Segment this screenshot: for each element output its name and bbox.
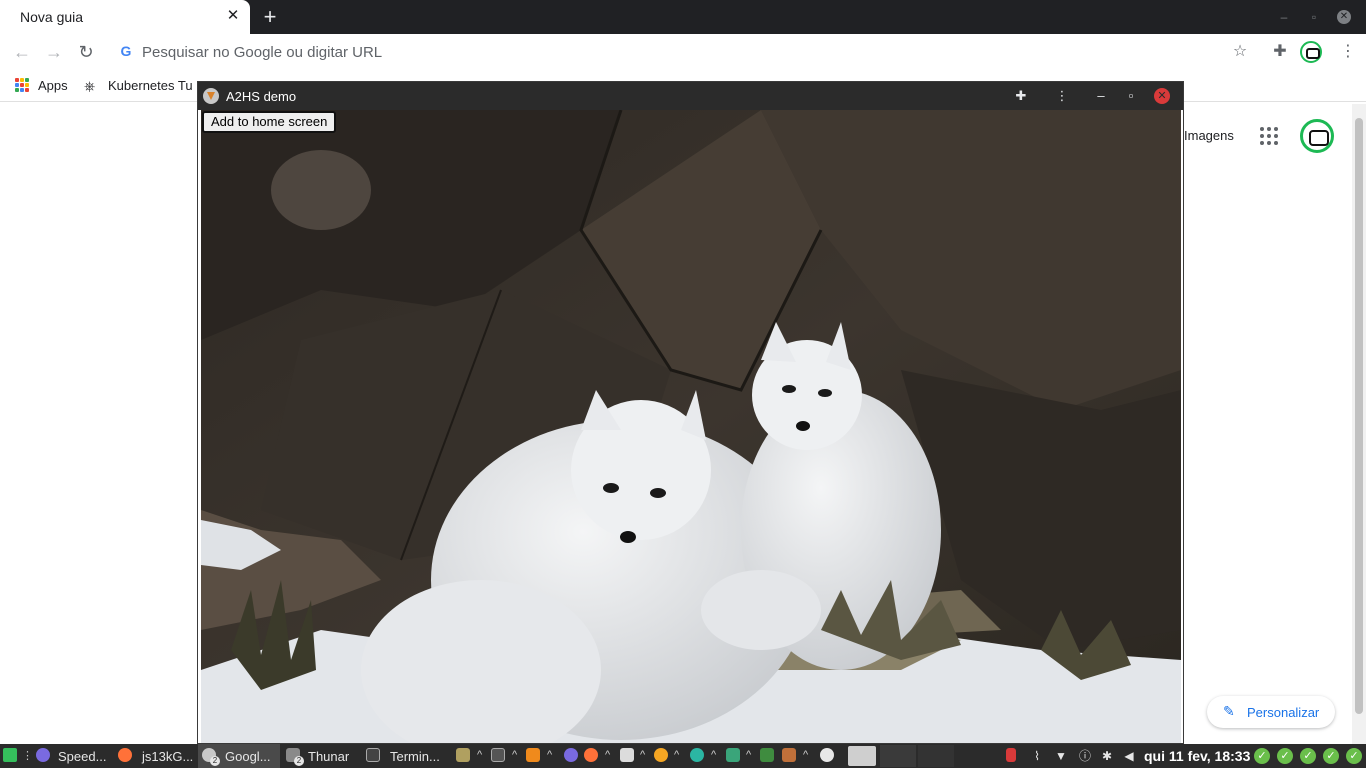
menu-icon[interactable] xyxy=(3,748,17,762)
chevron-up-icon[interactable]: ^ xyxy=(746,749,751,761)
taskbar-item-firefox[interactable]: js13kG... xyxy=(114,744,198,768)
taskbar-label: js13kG... xyxy=(142,749,194,764)
terminal-icon[interactable] xyxy=(491,748,505,762)
taskbar-item-speed[interactable]: Speed... xyxy=(32,744,110,768)
app-icon[interactable] xyxy=(726,748,740,762)
workspace-pager[interactable] xyxy=(918,745,954,767)
bluetooth-icon[interactable]: ✱ xyxy=(1100,749,1114,763)
window-count-badge: 2 xyxy=(294,756,304,766)
google-apps-icon[interactable] xyxy=(1260,127,1278,145)
eclipse-icon xyxy=(36,748,50,762)
images-link[interactable]: Imagens xyxy=(1184,128,1234,143)
blender-icon[interactable] xyxy=(654,748,668,762)
taskbar-item-thunar[interactable]: 2 Thunar xyxy=(282,744,356,768)
chevron-up-icon[interactable]: ^ xyxy=(640,749,645,761)
fox-app-icon xyxy=(203,88,219,104)
archive-icon[interactable] xyxy=(456,748,470,762)
chevron-up-icon[interactable]: ^ xyxy=(547,749,552,761)
pwa-window: A2HS demo ✚ ⋮ – ▫ ✕ Add to home screen xyxy=(197,81,1184,744)
window-minimize-button[interactable]: – xyxy=(1276,9,1292,25)
taskbar-item-terminal[interactable]: Termin... xyxy=(362,744,448,768)
vlc-icon[interactable] xyxy=(526,748,540,762)
back-icon[interactable]: ← xyxy=(10,40,34,64)
scrollbar-thumb[interactable] xyxy=(1355,118,1363,714)
chevron-up-icon[interactable]: ^ xyxy=(711,749,716,761)
workspace-pager[interactable] xyxy=(880,745,916,767)
tab-strip: Nova guia ✕ + – ▫ ✕ xyxy=(0,0,1366,34)
app-icon[interactable] xyxy=(782,748,796,762)
apps-icon xyxy=(15,78,29,92)
pwa-titlebar[interactable]: A2HS demo ✚ ⋮ – ▫ ✕ xyxy=(198,82,1183,110)
app-icon[interactable] xyxy=(760,748,774,762)
taskbar-label: Thunar xyxy=(308,749,350,764)
chrome-icon[interactable] xyxy=(820,748,834,762)
tab-title: Nova guia xyxy=(20,9,84,25)
battery-icon[interactable] xyxy=(1006,748,1016,762)
extensions-icon[interactable]: ✚ xyxy=(1268,40,1292,64)
taskbar-label: Googl... xyxy=(225,749,271,764)
omnibox-input[interactable]: Pesquisar no Google ou digitar URL xyxy=(142,44,382,61)
a2hs-app-icon[interactable] xyxy=(848,746,876,766)
taskbar: ⋮ Speed... js13kG... 2 Googl... 2 Thunar… xyxy=(0,744,1366,768)
check-icon[interactable]: ✓ xyxy=(1300,748,1316,764)
check-icon[interactable]: ✓ xyxy=(1277,748,1293,764)
extensions-icon[interactable]: ✚ xyxy=(1012,87,1030,105)
info-icon[interactable]: ⓘ xyxy=(1078,749,1092,763)
check-icon[interactable]: ✓ xyxy=(1323,748,1339,764)
add-to-home-screen-button[interactable]: Add to home screen xyxy=(202,111,337,133)
pwa-close-button[interactable]: ✕ xyxy=(1154,88,1170,104)
google-icon: G xyxy=(120,43,132,59)
browser-toolbar: ← → ↻ G Pesquisar no Google ou digitar U… xyxy=(0,34,1366,70)
taskbar-label: Speed... xyxy=(58,749,107,764)
chrome-menu-icon[interactable]: ⋮ xyxy=(1336,40,1360,64)
window-restore-button[interactable]: ▫ xyxy=(1306,9,1322,25)
chevron-up-icon[interactable]: ^ xyxy=(512,749,517,761)
window-count-badge: 2 xyxy=(210,756,220,766)
clip-icon[interactable]: ⌇ xyxy=(1030,749,1044,763)
pwa-content: Add to home screen xyxy=(198,110,1183,743)
bookmark-star-icon[interactable]: ☆ xyxy=(1228,40,1252,64)
firefox-icon xyxy=(118,748,132,762)
taskbar-item-chrome[interactable]: 2 Googl... xyxy=(198,744,280,768)
customize-button[interactable]: ✎ Personalizar xyxy=(1207,696,1335,728)
pwa-title: A2HS demo xyxy=(226,89,297,104)
bookmark-kubernetes[interactable]: Kubernetes Tu xyxy=(108,78,193,93)
eclipse-icon[interactable] xyxy=(564,748,578,762)
account-avatar[interactable] xyxy=(1300,119,1334,153)
app-menu-icon[interactable]: ⋮ xyxy=(1053,87,1071,105)
chevron-up-icon[interactable]: ^ xyxy=(803,749,808,761)
firefox-icon[interactable] xyxy=(584,748,598,762)
bookmark-apps[interactable]: Apps xyxy=(38,78,68,93)
profile-avatar[interactable] xyxy=(1300,41,1322,63)
app-icon[interactable] xyxy=(690,748,704,762)
chevron-up-icon[interactable]: ^ xyxy=(477,749,482,761)
taskbar-label: Termin... xyxy=(390,749,440,764)
check-icon[interactable]: ✓ xyxy=(1346,748,1362,764)
customize-label: Personalizar xyxy=(1247,705,1320,720)
terminal-icon xyxy=(366,748,380,762)
pwa-minimize-button[interactable]: – xyxy=(1092,87,1110,105)
tab-nova-guia[interactable]: Nova guia ✕ xyxy=(0,0,250,34)
chevron-up-icon[interactable]: ^ xyxy=(605,749,610,761)
pencil-icon: ✎ xyxy=(1223,703,1235,719)
kubernetes-icon: ⎈ xyxy=(84,78,96,94)
new-tab-button[interactable]: + xyxy=(258,4,282,30)
forward-icon[interactable]: → xyxy=(42,40,66,64)
reload-icon[interactable]: ↻ xyxy=(74,40,98,64)
check-icon[interactable]: ✓ xyxy=(1254,748,1270,764)
wifi-icon[interactable]: ▼ xyxy=(1054,749,1068,763)
arctic-foxes-photo xyxy=(201,110,1181,743)
text-editor-icon[interactable] xyxy=(620,748,634,762)
tab-close-icon[interactable]: ✕ xyxy=(224,6,242,26)
page-scrollbar[interactable] xyxy=(1352,104,1366,744)
chevron-up-icon[interactable]: ^ xyxy=(674,749,679,761)
window-close-button[interactable]: ✕ xyxy=(1337,10,1351,24)
clock[interactable]: qui 11 fev, 18:33 xyxy=(1144,748,1250,764)
volume-icon[interactable]: ◀ xyxy=(1122,749,1136,763)
pwa-restore-button[interactable]: ▫ xyxy=(1122,87,1140,105)
